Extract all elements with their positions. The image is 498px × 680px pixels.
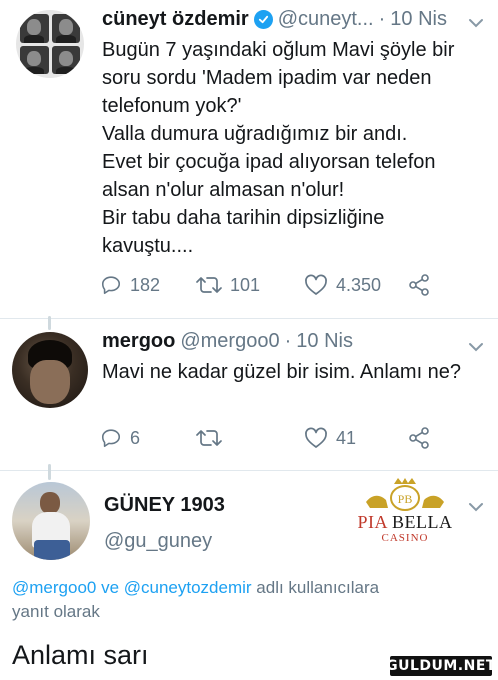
retweet-button[interactable]: 101 (196, 274, 304, 296)
like-count: 4.350 (336, 274, 382, 295)
reply-count: 6 (130, 427, 141, 448)
crest-icon: PB (366, 478, 444, 511)
share-button[interactable] (408, 427, 430, 449)
reply-line2: yanıt olarak (12, 602, 100, 621)
reply-count: 182 (130, 274, 161, 295)
retweet-count: 101 (230, 274, 261, 295)
avatar-face (20, 14, 49, 43)
user-handle[interactable]: @mergoo0 (180, 330, 279, 353)
like-count: 41 (336, 427, 357, 448)
like-button[interactable]: 4.350 (304, 274, 408, 296)
user-handle[interactable]: @gu_guney (104, 530, 212, 553)
tweet-cuneyt[interactable]: cüneyt özdemir @cuneyt... · 10 Nis Bugün… (0, 0, 498, 318)
pia-bella-casino-logo: PB PIA BELLA CASINO (346, 478, 464, 544)
separator: · (284, 330, 292, 352)
tweet-actions: 6 41 (100, 427, 430, 449)
display-name[interactable]: GÜNEY 1903 (104, 494, 225, 517)
tweet-date[interactable]: 10 Nis (390, 8, 447, 31)
reply-icon (101, 276, 121, 295)
tweet-text: Anlamı sarı (12, 640, 149, 670)
logo-title: PIA BELLA (346, 512, 464, 533)
tweet-guney[interactable]: GÜNEY 1903 @gu_guney PB PIA BELLA CASINO… (0, 472, 498, 680)
tweet-header: mergoo @mergoo0 · 10 Nis (102, 330, 353, 353)
display-name[interactable]: cüneyt özdemir (102, 8, 249, 31)
user-handle[interactable]: @cuneyt... (278, 8, 374, 31)
avatar[interactable] (12, 332, 88, 408)
retweet-icon (196, 430, 222, 446)
tweet-actions: 182 101 4.350 (100, 274, 430, 296)
retweet-button[interactable] (196, 427, 304, 449)
share-icon (409, 427, 429, 449)
display-name[interactable]: mergoo (102, 330, 175, 353)
divider (0, 318, 498, 319)
chevron-down-icon[interactable] (468, 12, 484, 33)
chevron-down-icon[interactable] (468, 496, 484, 517)
logo-subtitle: CASINO (381, 532, 429, 544)
logo-word-pia: PIA (357, 512, 387, 532)
reply-icon (101, 429, 121, 448)
verified-badge-icon (253, 10, 273, 29)
share-button[interactable] (408, 274, 430, 296)
avatar-face (51, 45, 80, 74)
reply-button[interactable]: 182 (100, 274, 196, 296)
avatar[interactable] (16, 10, 84, 78)
avatar[interactable] (12, 482, 90, 560)
retweet-icon (196, 277, 222, 293)
like-icon (305, 274, 327, 295)
avatar-face (20, 45, 49, 74)
tweet-date[interactable]: 10 Nis (296, 330, 353, 353)
crest-text: PB (398, 492, 413, 506)
like-button[interactable]: 41 (304, 427, 408, 449)
separator: · (378, 8, 386, 30)
tweet-text: Mavi ne kadar güzel bir isim. Anlamı ne? (102, 361, 462, 383)
tweet-text: Bugün 7 yaşındaki oğlum Mavi şöyle bir s… (102, 39, 455, 257)
reply-mentions[interactable]: @mergoo0 ve @cuneytozdemir (12, 578, 252, 597)
reply-suffix: adlı kullanıcılara (251, 578, 380, 597)
tweet-mergoo[interactable]: mergoo @mergoo0 · 10 Nis Mavi ne kadar g… (0, 320, 498, 470)
like-icon (305, 427, 327, 448)
chevron-down-icon[interactable] (468, 336, 484, 357)
reply-button[interactable]: 6 (100, 427, 196, 449)
reply-context: @mergoo0 ve @cuneytozdemir adlı kullanıc… (12, 576, 482, 624)
tweet-header: cüneyt özdemir @cuneyt... · 10 Nis (102, 8, 447, 31)
avatar-face (51, 14, 80, 43)
divider (0, 470, 498, 471)
logo-word-bella: BELLA (392, 512, 453, 532)
watermark: GULDUM.NET (386, 656, 496, 676)
share-icon (409, 274, 429, 296)
